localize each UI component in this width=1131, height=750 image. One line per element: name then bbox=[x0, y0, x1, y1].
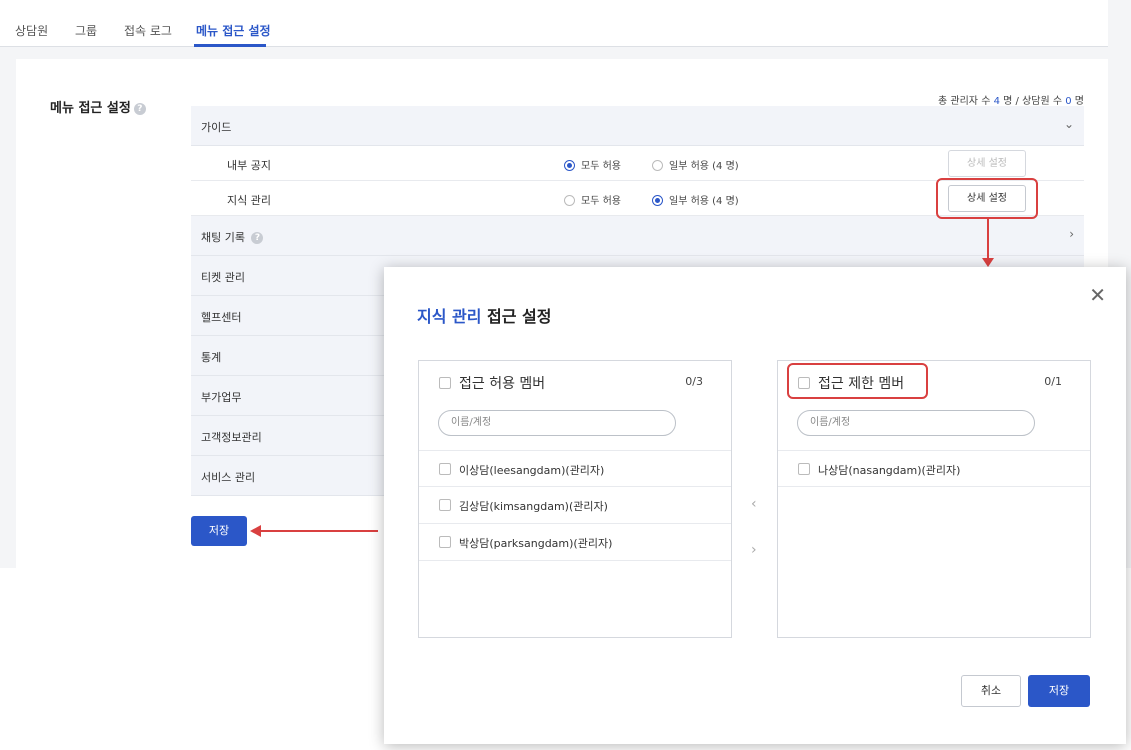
group-row-chat-history[interactable]: 채팅 기록 ? › bbox=[191, 216, 1084, 256]
list-item[interactable]: 박상담(parksangdam)(관리자) bbox=[419, 524, 731, 561]
sub-row-internal-notice: 내부 공지 모두 허용 일부 허용 (4 명) 상세 설정 bbox=[191, 146, 1084, 181]
modal-title: 지식 관리 접근 설정 bbox=[417, 307, 552, 326]
highlight-detail-button bbox=[936, 178, 1038, 219]
section-title: 메뉴 접근 설정? bbox=[50, 97, 146, 116]
arrow-head-down bbox=[982, 258, 994, 267]
radio-allow-partial[interactable]: 일부 허용 (4 명) bbox=[652, 192, 739, 207]
chevron-down-icon[interactable]: ⌄ bbox=[1064, 117, 1074, 131]
annotation-arrow-left bbox=[260, 530, 378, 532]
cancel-button[interactable]: 취소 bbox=[961, 675, 1021, 707]
allowed-count: 0/3 bbox=[685, 375, 703, 388]
radio-icon[interactable] bbox=[652, 160, 663, 171]
member-summary: 총 관리자 수 4 명 / 상담원 수 0 명 bbox=[938, 96, 1084, 107]
move-left-icon[interactable]: ‹ bbox=[751, 496, 757, 512]
allowed-members-header: 접근 허용 멤버 bbox=[439, 373, 545, 393]
radio-allow-all[interactable]: 모두 허용 bbox=[564, 192, 621, 207]
list-item[interactable]: 김상담(kimsangdam)(관리자) bbox=[419, 487, 731, 524]
checkbox[interactable] bbox=[439, 499, 451, 511]
tab-agents[interactable]: 상담원 bbox=[15, 22, 48, 39]
arrow-head-left bbox=[250, 525, 261, 537]
list-item[interactable]: 이상담(leesangdam)(관리자) bbox=[419, 450, 731, 487]
annotation-arrow-down bbox=[987, 219, 989, 261]
help-icon[interactable]: ? bbox=[133, 102, 146, 115]
restricted-count: 0/1 bbox=[1044, 375, 1062, 388]
move-right-icon[interactable]: › bbox=[751, 542, 757, 558]
highlight-restricted-heading bbox=[787, 363, 928, 399]
help-icon[interactable]: ? bbox=[251, 232, 264, 244]
checkbox[interactable] bbox=[798, 463, 810, 475]
checkbox[interactable] bbox=[439, 463, 451, 475]
checkbox[interactable] bbox=[439, 536, 451, 548]
active-tab-indicator bbox=[194, 44, 266, 47]
radio-allow-partial[interactable]: 일부 허용 (4 명) bbox=[652, 157, 739, 172]
chevron-right-icon[interactable]: › bbox=[1069, 227, 1074, 241]
search-input[interactable]: 이름/계정 bbox=[438, 410, 676, 436]
modal-save-button[interactable]: 저장 bbox=[1028, 675, 1090, 707]
access-settings-modal: ✕ 지식 관리 접근 설정 접근 허용 멤버 0/3 이름/계정 이상담(lee… bbox=[384, 267, 1126, 744]
radio-allow-all[interactable]: 모두 허용 bbox=[564, 157, 621, 172]
select-all-checkbox[interactable] bbox=[439, 377, 451, 389]
radio-icon[interactable] bbox=[652, 195, 663, 206]
radio-icon[interactable] bbox=[564, 160, 575, 171]
tab-groups[interactable]: 그룹 bbox=[75, 22, 97, 39]
tab-bar: 상담원 그룹 접속 로그 메뉴 접근 설정 bbox=[0, 0, 1108, 47]
search-input[interactable]: 이름/계정 bbox=[797, 410, 1035, 436]
group-row-guide[interactable]: 가이드 ⌄ bbox=[191, 106, 1084, 146]
save-button[interactable]: 저장 bbox=[191, 516, 247, 546]
radio-icon[interactable] bbox=[564, 195, 575, 206]
detail-settings-button-disabled: 상세 설정 bbox=[948, 150, 1026, 177]
tab-access-log[interactable]: 접속 로그 bbox=[124, 22, 172, 39]
list-item[interactable]: 나상담(nasangdam)(관리자) bbox=[778, 450, 1090, 487]
tab-menu-access[interactable]: 메뉴 접근 설정 bbox=[196, 22, 271, 39]
restricted-members-panel: 접근 제한 멤버 0/1 이름/계정 나상담(nasangdam)(관리자) bbox=[777, 360, 1091, 638]
allowed-members-panel: 접근 허용 멤버 0/3 이름/계정 이상담(leesangdam)(관리자) … bbox=[418, 360, 732, 638]
close-icon[interactable]: ✕ bbox=[1089, 283, 1106, 307]
